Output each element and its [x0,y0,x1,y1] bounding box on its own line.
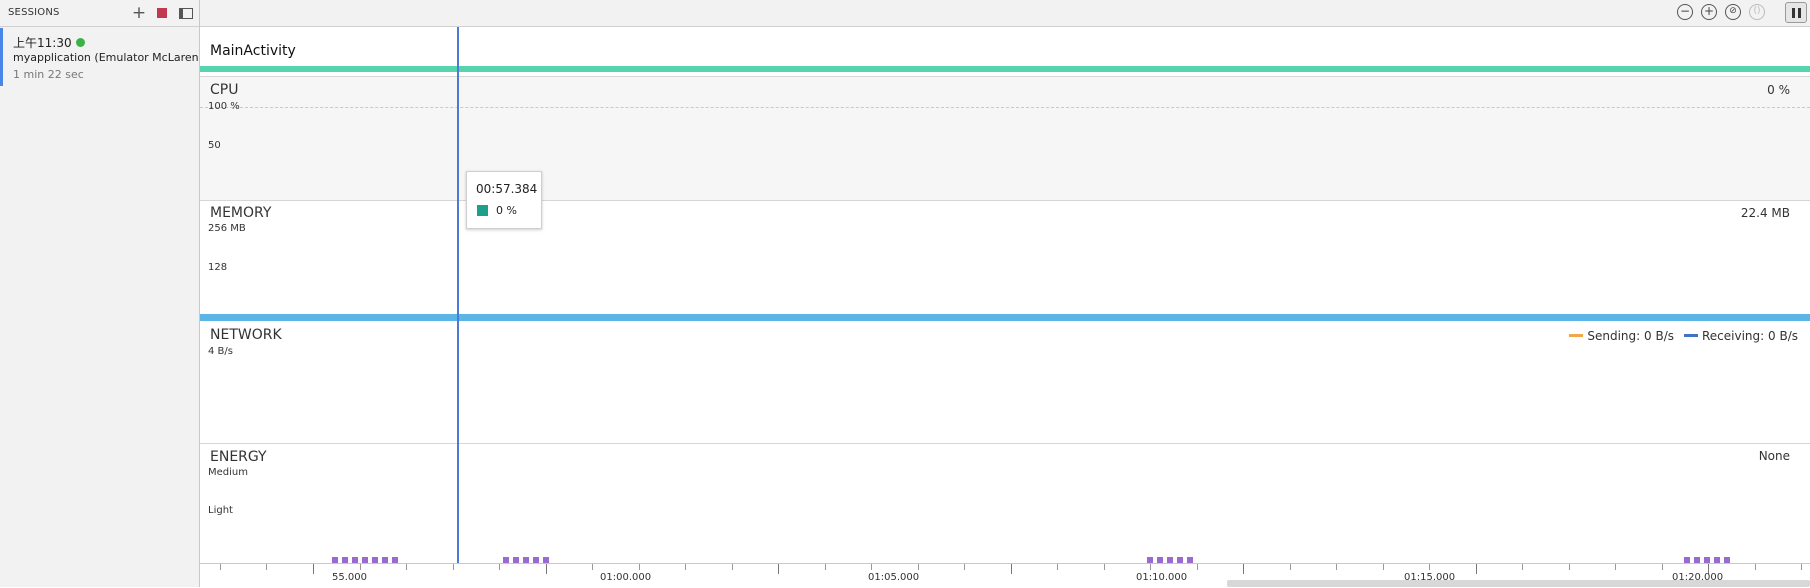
pause-button[interactable] [1785,2,1807,23]
axis-label: 01:05.000 [868,572,920,583]
stop-session-icon[interactable] [153,4,171,22]
zoom-in-icon[interactable]: + [1701,4,1717,20]
axis-label: 55.000 [332,572,367,583]
session-duration: 1 min 22 sec [13,68,84,81]
add-session-icon[interactable]: + [130,4,148,22]
energy-value: None [1758,449,1790,463]
memory-title: MEMORY [210,205,272,221]
energy-lane[interactable]: ENERGY None Medium Light [200,444,1810,563]
energy-tick-medium: Medium [208,467,248,478]
tooltip-value: 0 % [496,204,517,217]
activity-bar[interactable] [200,66,1810,72]
memory-usage-line [200,314,1810,321]
session-time: 上午11:30 [13,36,72,50]
sessions-panel: SESSIONS + 上午11:30 myapplication (Emulat… [0,0,200,587]
collapse-panel-icon[interactable] [177,4,195,22]
cpu-tick-max: 100 % [208,101,240,112]
energy-title: ENERGY [210,449,267,465]
profiler-timeline: MainActivity CPU 0 % 100 % 50 MEMORY 22.… [200,27,1810,588]
cpu-value: 0 % [1767,83,1790,97]
session-item[interactable]: 上午11:30 myapplication (Emulator McLarenP… [0,28,201,86]
sending-swatch [1569,334,1584,337]
network-legend: Sending: 0 B/s Receiving: 0 B/s [1569,329,1798,343]
timeline-scrollbar[interactable] [1227,580,1810,587]
sending-label: Sending: 0 B/s [1587,329,1674,343]
network-tick-max: 4 B/s [208,346,233,357]
cpu-tick-mid: 50 [208,140,221,151]
profiler-toolbar: − + ⊘ () [200,0,1810,27]
tooltip-swatch [477,205,488,216]
energy-tick-light: Light [208,505,233,516]
cpu-tooltip: 00:57.384 0 % [466,171,542,229]
memory-tick-max: 256 MB [208,223,246,234]
zoom-out-icon[interactable]: − [1677,4,1693,20]
network-title: NETWORK [210,327,282,343]
memory-tick-mid: 128 [208,262,228,273]
axis-label: 01:00.000 [600,572,652,583]
reset-zoom-icon[interactable]: ⊘ [1725,4,1741,20]
cpu-lane[interactable]: CPU 0 % 100 % 50 [200,76,1810,201]
cpu-grid-line [200,107,1810,108]
cpu-title: CPU [210,82,239,98]
network-lane[interactable]: NETWORK Sending: 0 B/s Receiving: 0 B/s … [200,322,1810,443]
memory-value: 22.4 MB [1740,206,1790,220]
recording-status-icon [75,38,85,47]
memory-lane[interactable]: MEMORY 22.4 MB 256 MB 128 [200,200,1810,313]
sessions-header: SESSIONS + [0,0,199,27]
activity-title: MainActivity [210,43,296,59]
session-app: myapplication (Emulator McLarenP... [13,51,199,64]
tooltip-time: 00:57.384 [476,182,538,196]
zoom-to-selection-icon[interactable]: () [1749,4,1765,20]
receiving-swatch [1684,334,1698,337]
timeline-cursor[interactable] [457,27,459,563]
receiving-label: Receiving: 0 B/s [1702,329,1798,343]
axis-label: 01:10.000 [1136,572,1188,583]
sessions-title: SESSIONS [8,7,60,18]
